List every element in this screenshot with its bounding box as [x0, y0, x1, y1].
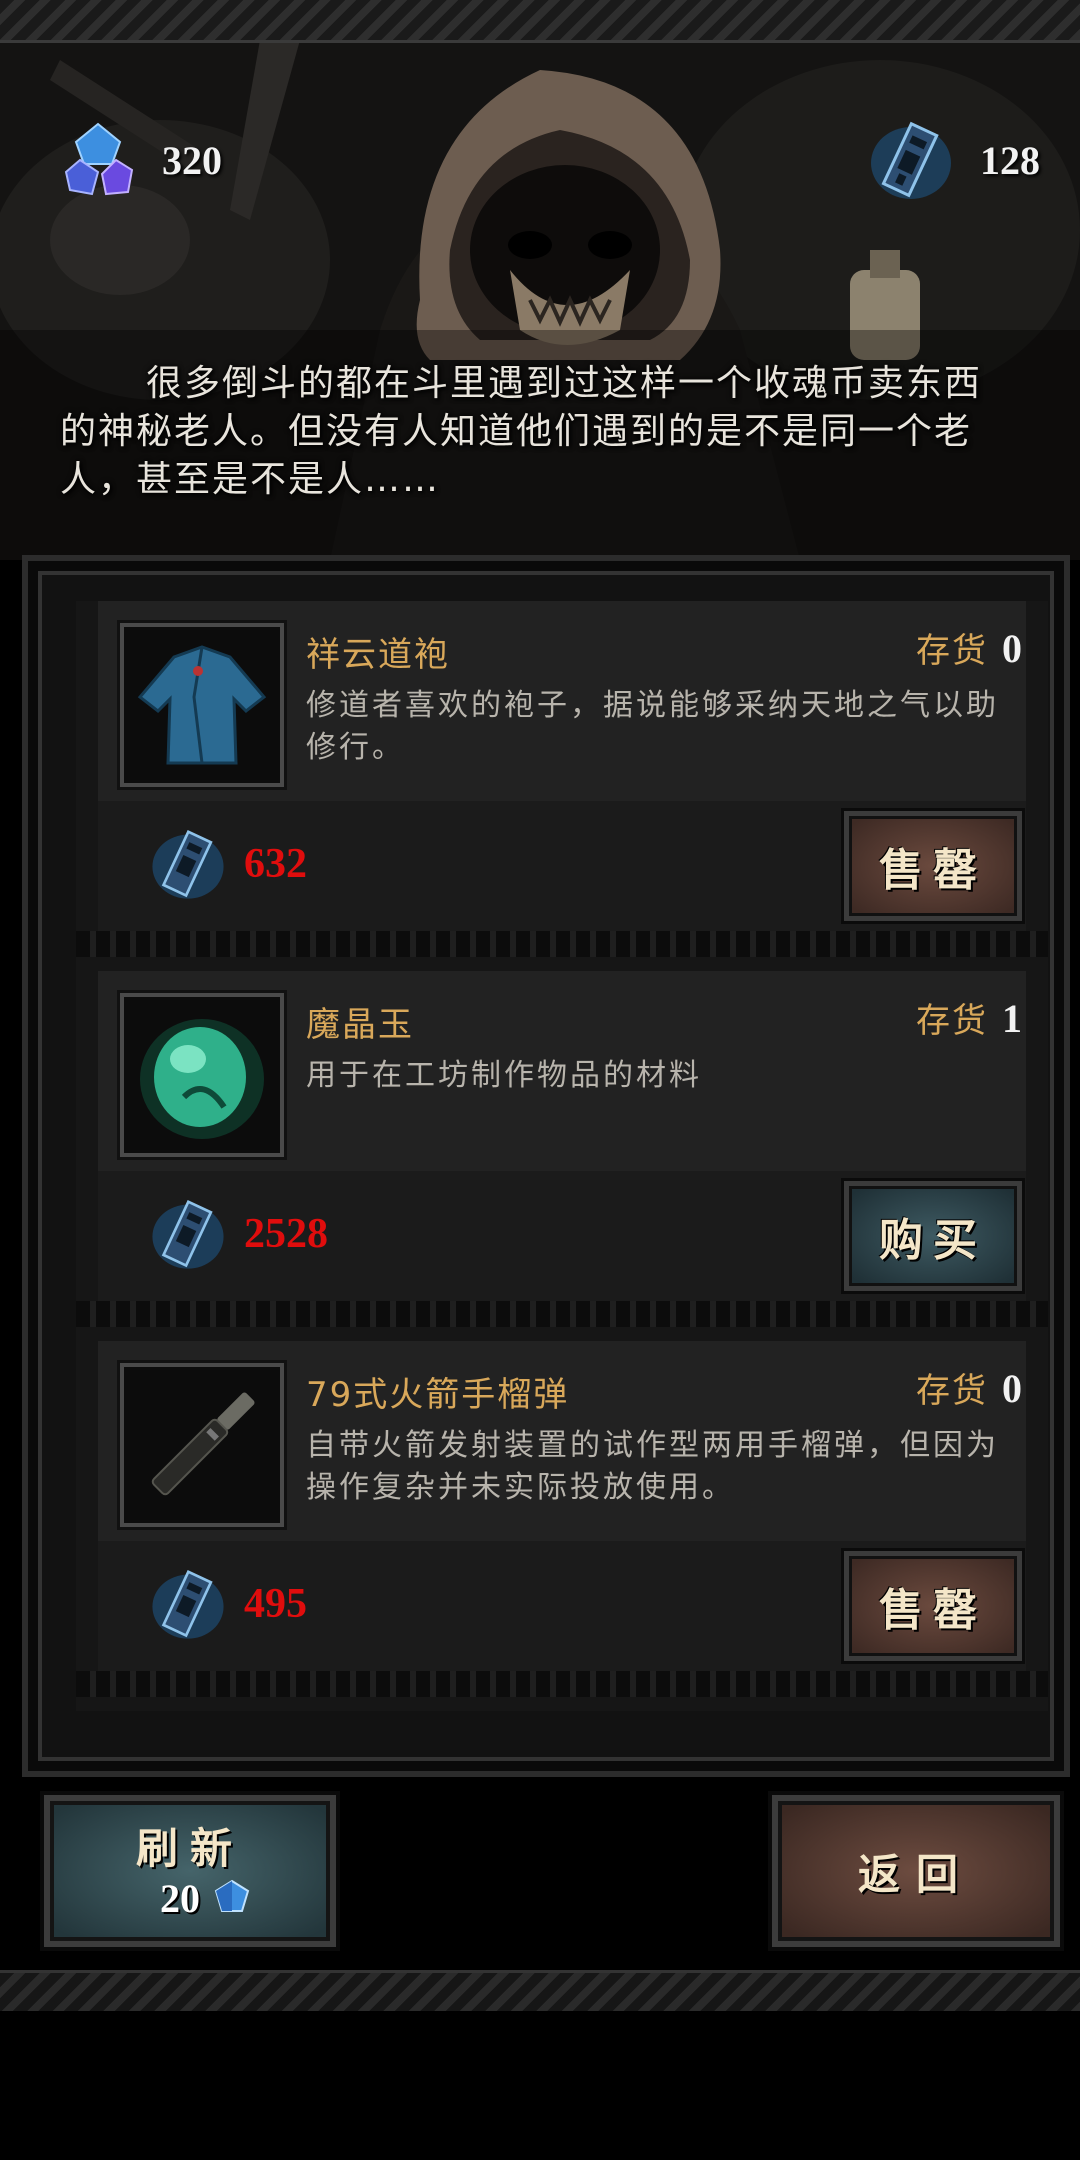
item-price: 495 — [148, 1559, 307, 1649]
price-value: 632 — [244, 841, 307, 887]
soul-coin-icon — [152, 1200, 224, 1269]
refresh-cost-value: 20 — [160, 1876, 200, 1921]
back-label: 返回 — [857, 1849, 974, 1899]
item-name: 79式火箭手榴弹 — [306, 1375, 570, 1415]
blue-gem-icon — [64, 122, 134, 196]
soul-coin-icon — [152, 830, 224, 899]
sold-out-button[interactable]: 售罄 — [844, 811, 1022, 921]
item-thumbnail — [120, 623, 284, 787]
buy-label: 购买 — [879, 1215, 987, 1266]
item-description: 修道者喜欢的袍子，据说能够采纳天地之气以助修行。 — [306, 688, 999, 765]
stock-label: 存货 — [916, 631, 988, 671]
item-description: 用于在工坊制作物品的材料 — [306, 1058, 702, 1093]
soul-coin-currency: 128 — [866, 120, 1040, 200]
item-stock: 存货 0 — [916, 1363, 1022, 1412]
soul-coin-icon — [871, 121, 951, 199]
merchant-story-text: 很多倒斗的都在斗里遇到过这样一个收魂币卖东西的神秘老人。但没有人知道他们遇到的是… — [60, 363, 983, 500]
merchant-header: 320 128 很多倒斗的都在斗里遇到过这样一个收魂币卖东西的神秘老人。但没有人… — [0, 0, 1080, 560]
gem-count: 320 — [162, 137, 222, 183]
sold-out-label: 售罄 — [879, 1585, 987, 1636]
blue-gem-icon — [214, 1879, 250, 1912]
item-price: 2528 — [148, 1189, 328, 1279]
sold-out-label: 售罄 — [879, 845, 987, 896]
item-divider — [76, 931, 1048, 957]
stock-count: 0 — [1002, 626, 1022, 671]
item-thumbnail — [120, 1363, 284, 1527]
item-description: 自带火箭发射装置的试作型两用手榴弹，但因为操作复杂并未实际投放使用。 — [306, 1428, 999, 1505]
green-jade-icon — [124, 997, 280, 1153]
sold-out-button[interactable]: 售罄 — [844, 1551, 1022, 1661]
stock-label: 存货 — [916, 1001, 988, 1041]
shop-item: 魔晶玉 存货 1 用于在工坊制作物品的材料 2528 购买 — [76, 971, 1048, 1341]
refresh-label: 刷新 — [135, 1824, 244, 1873]
price-value: 2528 — [244, 1211, 328, 1257]
shop-item: 祥云道袍 存货 0 修道者喜欢的袍子，据说能够采纳天地之气以助修行。 632 售… — [76, 601, 1048, 971]
item-thumbnail — [120, 993, 284, 1157]
rocket-grenade-icon — [124, 1367, 280, 1523]
refresh-button[interactable]: 刷新 20 — [44, 1795, 336, 1947]
refresh-cost: 20 — [160, 1875, 254, 1922]
item-divider — [76, 1301, 1048, 1327]
shop-item: 79式火箭手榴弹 存货 0 自带火箭发射装置的试作型两用手榴弹，但因为操作复杂并… — [76, 1341, 1048, 1711]
shop-panel: 祥云道袍 存货 0 修道者喜欢的袍子，据说能够采纳天地之气以助修行。 632 售… — [22, 555, 1070, 1777]
item-name: 魔晶玉 — [306, 1005, 414, 1045]
item-price: 632 — [148, 819, 307, 909]
item-name: 祥云道袍 — [306, 635, 450, 675]
back-button[interactable]: 返回 — [772, 1795, 1060, 1947]
ornamental-bottom-border — [0, 1970, 1080, 2011]
price-value: 495 — [244, 1581, 307, 1627]
item-divider — [76, 1671, 1048, 1697]
merchant-shop-screen: 320 128 很多倒斗的都在斗里遇到过这样一个收魂币卖东西的神秘老人。但没有人… — [0, 0, 1080, 2160]
stock-count: 1 — [1002, 996, 1022, 1041]
soul-coin-count: 128 — [980, 137, 1040, 183]
gem-currency: 320 — [58, 120, 222, 200]
item-stock: 存货 1 — [916, 993, 1022, 1042]
stock-count: 0 — [1002, 1366, 1022, 1411]
item-stock: 存货 0 — [916, 623, 1022, 672]
ornamental-top-border — [0, 0, 1080, 43]
buy-button[interactable]: 购买 — [844, 1181, 1022, 1291]
blue-robe-icon — [124, 627, 280, 783]
stock-label: 存货 — [916, 1371, 988, 1411]
soul-coin-icon — [152, 1570, 224, 1639]
